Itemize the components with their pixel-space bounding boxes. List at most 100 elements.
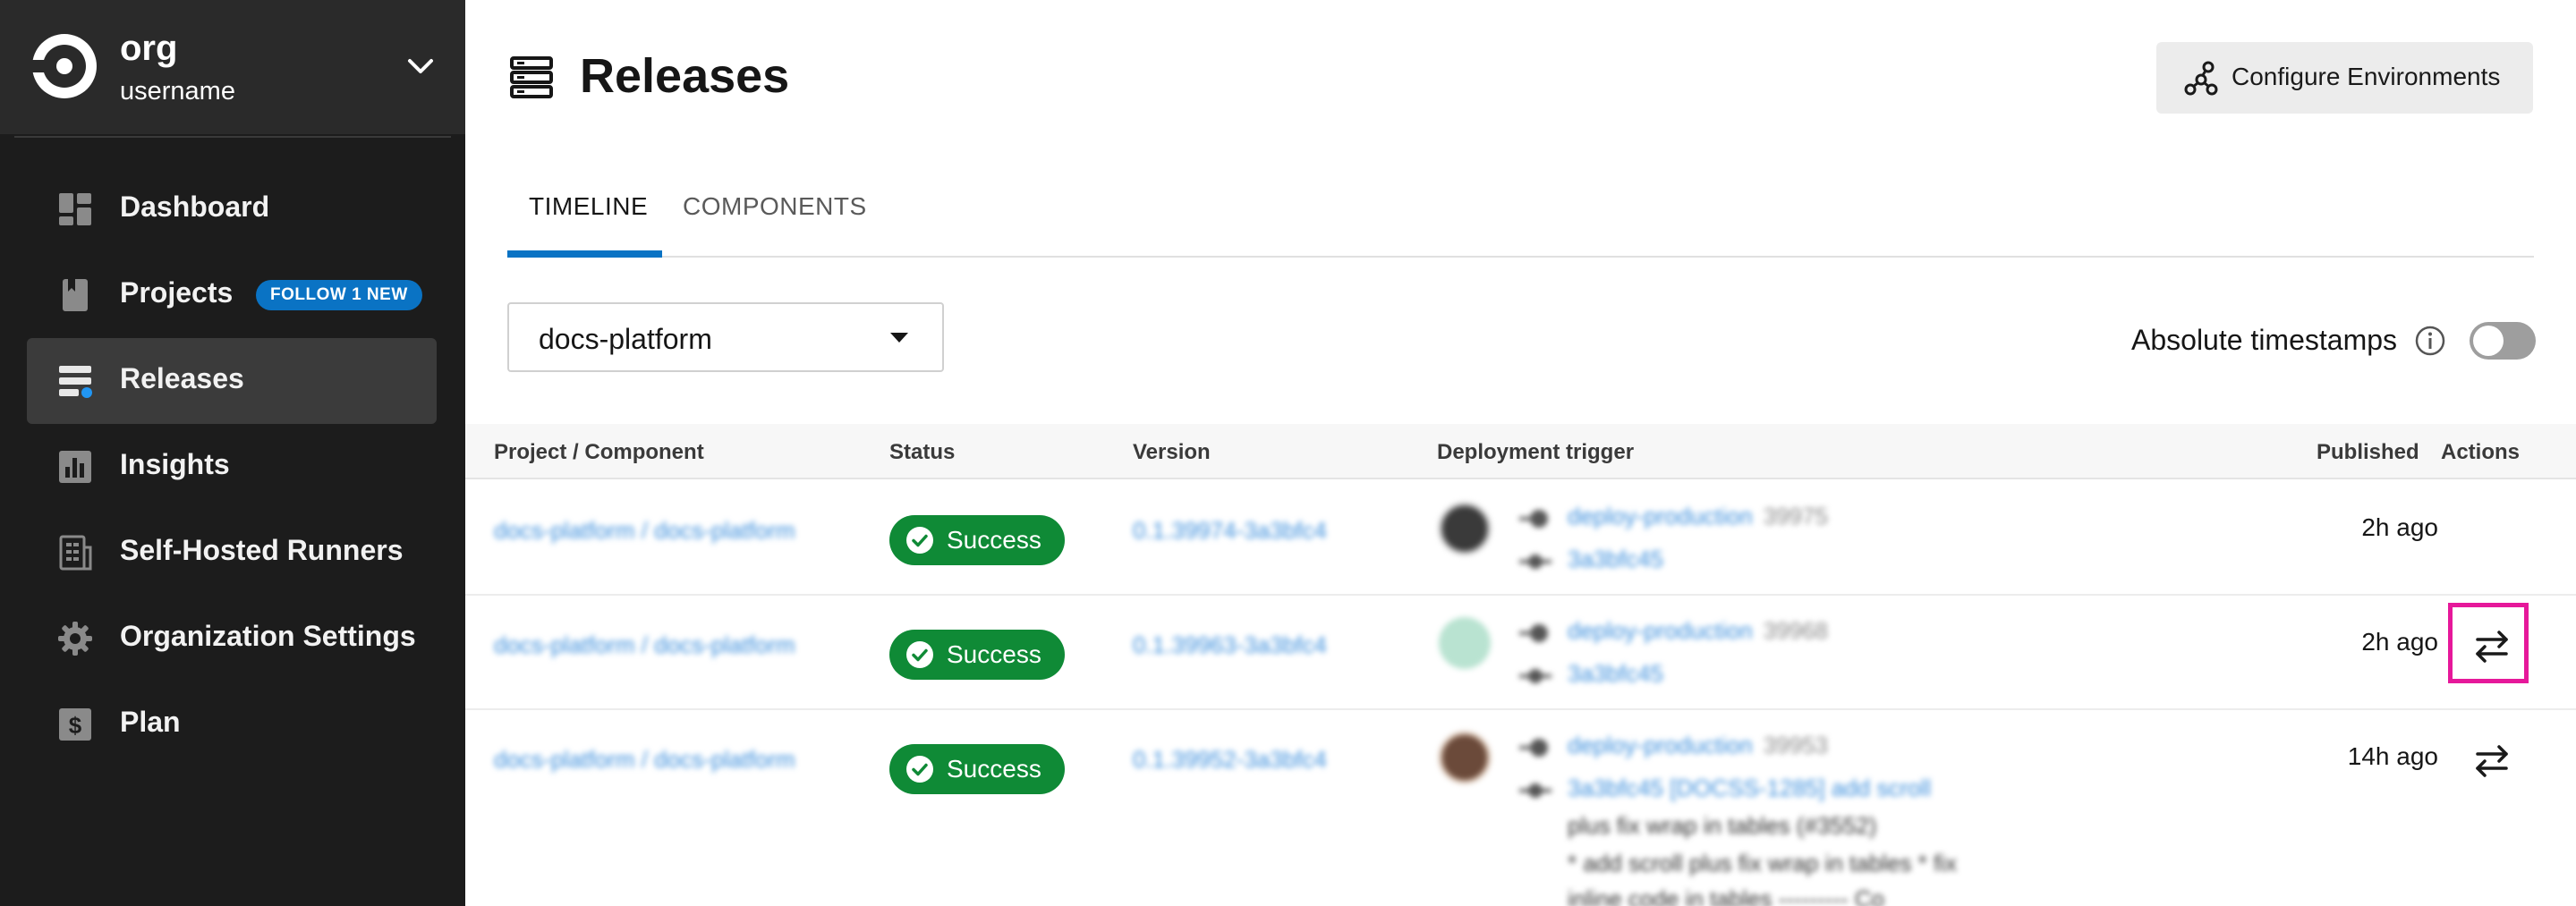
commit-icon bbox=[1519, 555, 1552, 569]
sidebar-item-dashboard[interactable]: Dashboard bbox=[27, 166, 437, 252]
avatar bbox=[1439, 503, 1491, 555]
toggle-knob bbox=[2473, 326, 2504, 356]
trigger-job-name: deploy-production bbox=[1568, 503, 1753, 529]
project-component-link[interactable]: docs-platform / docs-platform bbox=[494, 746, 795, 774]
project-component-link[interactable]: docs-platform / docs-platform bbox=[494, 517, 795, 545]
releases-icon bbox=[59, 366, 92, 398]
check-circle-icon bbox=[906, 527, 933, 554]
rollback-button[interactable] bbox=[2448, 717, 2529, 798]
table-row: docs-platform / docs-platform Success 0.… bbox=[465, 710, 2576, 906]
trigger-job-name: deploy-production bbox=[1568, 617, 1753, 644]
svg-text:$: $ bbox=[69, 712, 82, 739]
sidebar-item-label: Plan bbox=[120, 706, 181, 738]
trigger-job-number: 39975 bbox=[1763, 503, 1829, 529]
gear-icon bbox=[58, 622, 92, 656]
sidebar-item-label: Insights bbox=[120, 448, 230, 480]
sidebar: org username Dashboard Projects FOLLOW 1… bbox=[0, 0, 465, 906]
table-row: docs-platform / docs-platform Success 0.… bbox=[465, 481, 2576, 596]
trigger-commit-link[interactable]: 3a3bfc45 [DOCSS-1285] add scroll bbox=[1568, 775, 1931, 802]
absolute-timestamps-label: Absolute timestamps bbox=[2131, 324, 2398, 356]
configure-environments-label: Configure Environments bbox=[2232, 63, 2501, 90]
chevron-down-icon[interactable] bbox=[404, 54, 437, 79]
job-icon bbox=[1519, 510, 1548, 528]
sidebar-item-releases[interactable]: Releases bbox=[27, 338, 437, 424]
trigger-job-name: deploy-production bbox=[1568, 732, 1753, 758]
trigger-commit-link[interactable]: 3a3bfc45 bbox=[1568, 660, 1663, 688]
circleci-logo-icon bbox=[29, 34, 97, 98]
column-header-status: Status bbox=[889, 440, 956, 464]
sidebar-item-label: Releases bbox=[120, 362, 244, 394]
sidebar-item-label: Projects bbox=[120, 276, 234, 309]
active-tab-indicator bbox=[507, 250, 662, 258]
avatar bbox=[1439, 617, 1491, 669]
column-header-actions: Actions bbox=[2441, 440, 2521, 464]
trigger-commit-link[interactable]: 3a3bfc45 bbox=[1568, 546, 1663, 573]
status-badge: Success bbox=[889, 630, 1065, 680]
project-select-value: docs-platform bbox=[539, 323, 712, 355]
absolute-timestamps-toggle[interactable] bbox=[2470, 322, 2536, 360]
avatar bbox=[1439, 732, 1491, 783]
sidebar-item-plan[interactable]: $ Plan bbox=[27, 682, 437, 767]
server-icon bbox=[59, 535, 92, 571]
sidebar-item-self-hosted-runners[interactable]: Self-Hosted Runners bbox=[27, 510, 437, 596]
check-circle-icon bbox=[906, 756, 933, 783]
published-time: 14h ago bbox=[2347, 742, 2438, 770]
dashboard-icon bbox=[59, 193, 91, 225]
version-link[interactable]: 0.1.39963-3a3bfc4 bbox=[1133, 631, 1327, 659]
published-time: 2h ago bbox=[2361, 628, 2438, 656]
column-header-published: Published bbox=[2317, 440, 2419, 464]
tab-components[interactable]: COMPONENTS bbox=[683, 192, 867, 221]
commit-message: * add scroll plus fix wrap in tables * f… bbox=[1568, 850, 1957, 876]
org-username: username bbox=[120, 77, 235, 106]
trigger-job-link[interactable]: deploy-production 39968 bbox=[1568, 617, 1828, 645]
environments-icon bbox=[2184, 61, 2218, 96]
status-label: Success bbox=[947, 526, 1041, 554]
commit-message: inline code in tables --------- Co bbox=[1568, 885, 1884, 906]
tabs-divider bbox=[507, 256, 2534, 258]
project-component-link[interactable]: docs-platform / docs-platform bbox=[494, 631, 795, 659]
commit-message: plus fix wrap in tables (#3552) bbox=[1568, 812, 1877, 839]
bar-chart-icon bbox=[59, 451, 91, 483]
status-label: Success bbox=[947, 640, 1041, 668]
book-icon bbox=[63, 279, 88, 311]
tab-timeline[interactable]: TIMELINE bbox=[529, 192, 648, 221]
column-header-project: Project / Component bbox=[494, 440, 704, 464]
sidebar-item-projects[interactable]: Projects FOLLOW 1 NEW bbox=[27, 252, 437, 338]
published-time: 2h ago bbox=[2361, 513, 2438, 541]
status-label: Success bbox=[947, 755, 1041, 783]
table-header: Project / Component Status Version Deplo… bbox=[465, 424, 2576, 479]
trigger-job-number: 39953 bbox=[1763, 732, 1829, 758]
sidebar-item-label: Organization Settings bbox=[120, 620, 416, 652]
job-icon bbox=[1519, 739, 1548, 757]
version-link[interactable]: 0.1.39974-3a3bfc4 bbox=[1133, 517, 1327, 545]
trigger-job-link[interactable]: deploy-production 39975 bbox=[1568, 503, 1828, 530]
table-row: docs-platform / docs-platform Success 0.… bbox=[465, 596, 2576, 710]
check-circle-icon bbox=[906, 641, 933, 668]
rollback-button[interactable] bbox=[2448, 603, 2529, 683]
divider bbox=[14, 136, 451, 138]
status-badge: Success bbox=[889, 744, 1065, 794]
dollar-icon: $ bbox=[59, 708, 91, 741]
commit-icon bbox=[1519, 669, 1552, 683]
sidebar-item-label: Self-Hosted Runners bbox=[120, 534, 404, 566]
job-icon bbox=[1519, 624, 1548, 642]
org-switcher[interactable]: org username bbox=[0, 0, 465, 134]
main-content: Releases Configure Environments TIMELINE… bbox=[465, 0, 2576, 906]
trigger-job-link[interactable]: deploy-production 39953 bbox=[1568, 732, 1828, 759]
info-icon[interactable] bbox=[2414, 325, 2446, 357]
version-link[interactable]: 0.1.39952-3a3bfc4 bbox=[1133, 746, 1327, 774]
column-header-version: Version bbox=[1133, 440, 1211, 464]
sidebar-item-label: Dashboard bbox=[120, 191, 270, 223]
caret-down-icon bbox=[890, 333, 908, 343]
swap-arrows-icon bbox=[2476, 631, 2508, 663]
sidebar-item-insights[interactable]: Insights bbox=[27, 424, 437, 510]
configure-environments-button[interactable]: Configure Environments bbox=[2156, 42, 2533, 114]
project-select[interactable]: docs-platform bbox=[507, 302, 944, 372]
commit-icon bbox=[1519, 783, 1552, 798]
sidebar-item-organization-settings[interactable]: Organization Settings bbox=[27, 596, 437, 682]
status-badge: Success bbox=[889, 515, 1065, 565]
follow-new-badge[interactable]: FOLLOW 1 NEW bbox=[256, 280, 422, 310]
org-name: org bbox=[120, 29, 178, 68]
releases-icon bbox=[510, 56, 553, 98]
column-header-deployment-trigger: Deployment trigger bbox=[1437, 440, 1635, 464]
